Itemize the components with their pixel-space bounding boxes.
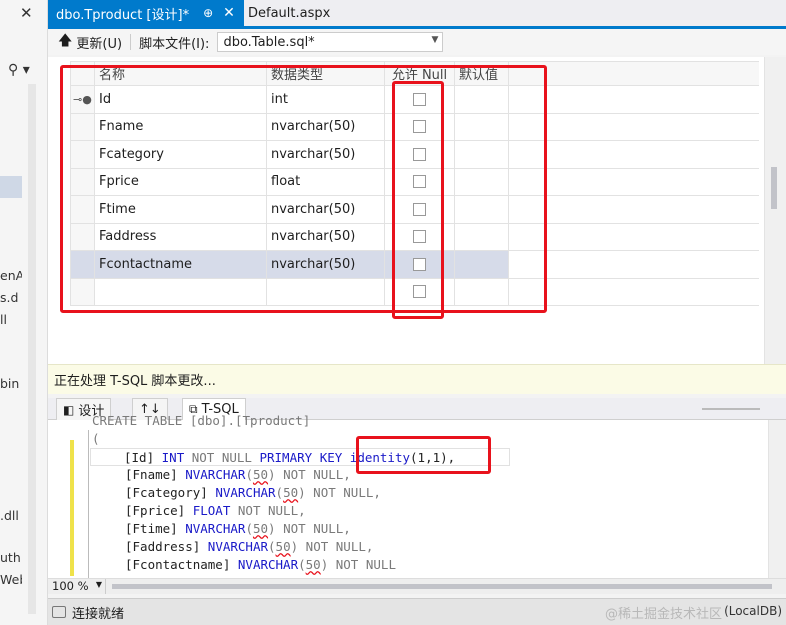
code-token: [Ftime]	[125, 521, 186, 536]
status-bar: 连接就绪 @稀土掘金技术社区 (LocalDB)	[48, 598, 786, 625]
left-fragment: Web	[0, 572, 22, 587]
code-keyword: NVARCHAR	[207, 539, 269, 554]
horizontal-scrollbar-thumb[interactable]	[112, 584, 772, 589]
connection-icon	[52, 606, 66, 618]
code-token: NOT NULL	[184, 450, 260, 465]
script-file-label: 脚本文件(I):	[139, 36, 210, 52]
left-fragment: s.d	[0, 290, 19, 305]
code-token: [Fcontactname]	[125, 557, 238, 572]
update-arrow-icon: 🡅	[58, 33, 73, 49]
grid-vertical-scrollbar[interactable]	[764, 57, 786, 364]
code-keyword: NVARCHAR	[185, 467, 246, 482]
code-line: [Fname] NVARCHAR(50) NOT NULL,	[125, 466, 351, 484]
code-token: 50	[252, 467, 269, 482]
code-line: [Fprice] FLOAT NOT NULL,	[125, 502, 306, 520]
code-token: NOT NULL,	[230, 503, 306, 518]
pane-splitter-handle[interactable]	[702, 408, 760, 410]
code-keyword: FLOAT	[192, 503, 231, 518]
left-fragment: .dll	[0, 508, 19, 523]
connection-status: 连接就绪	[72, 606, 125, 622]
close-icon[interactable]: ✕	[20, 4, 33, 22]
zoom-value: 100 %	[52, 579, 89, 593]
code-token: (	[275, 485, 284, 500]
editor-zoom-bar: 100 % ▼	[48, 578, 786, 594]
code-token: [Fprice]	[125, 503, 193, 518]
annotation-box-columns	[60, 65, 547, 313]
left-selected-item[interactable]	[0, 176, 22, 198]
processing-status: 正在处理 T-SQL 脚本更改...	[48, 364, 786, 394]
script-file-dropdown[interactable]: dbo.Table.sql* ▼	[217, 32, 444, 52]
code-token: 50	[275, 539, 291, 554]
code-keyword: NVARCHAR	[237, 557, 299, 572]
column-grid-area: 名称 数据类型 允许 Null 默认值 ⊸● Id int Fname nvar…	[48, 57, 786, 364]
server-name: (LocalDB)	[724, 604, 782, 618]
code-token: [Id]	[124, 450, 162, 465]
watermark-text: @稀土掘金技术社区	[604, 607, 722, 622]
search-icon[interactable]: ⚲ ▾	[8, 62, 30, 78]
code-token: )	[268, 521, 276, 536]
close-icon[interactable]: ✕	[223, 5, 235, 21]
code-token: (	[298, 557, 306, 572]
scrollbar-thumb[interactable]	[771, 167, 777, 209]
change-marker	[70, 440, 74, 576]
tab-label: dbo.Tproduct [设计]*	[56, 7, 190, 23]
code-token: NOT NULL,	[305, 485, 381, 500]
zoom-dropdown[interactable]: 100 % ▼	[50, 579, 106, 594]
code-token: NOT NULL,	[298, 539, 374, 554]
code-line-create: CREATE TABLE [dbo].[Tproduct]	[92, 413, 311, 428]
pin-icon[interactable]: ⊕	[203, 6, 213, 20]
left-fragment: enA	[0, 268, 22, 283]
update-button[interactable]: 🡅 更新(U)	[58, 30, 122, 54]
tsql-editor[interactable]: CREATE TABLE [dbo].[Tproduct] ( [Id] INT…	[48, 413, 786, 580]
code-line: [Fcategory] NVARCHAR(50) NOT NULL,	[125, 484, 381, 502]
design-icon: ◧	[63, 402, 75, 417]
tab-label: Default.aspx	[248, 5, 331, 21]
code-line: [Ftime] NVARCHAR(50) NOT NULL,	[125, 520, 351, 538]
code-token: 50	[305, 557, 321, 572]
code-keyword: NVARCHAR	[185, 521, 246, 536]
code-token: )	[298, 485, 306, 500]
update-label: 更新(U)	[76, 36, 123, 52]
left-fragment: uth	[0, 550, 21, 565]
toolbar-separator	[130, 34, 132, 50]
code-keyword: INT	[161, 450, 185, 465]
script-file-value: dbo.Table.sql*	[223, 34, 315, 50]
code-line-paren: (	[92, 431, 100, 446]
code-line: [Faddress] NVARCHAR(50) NOT NULL,	[125, 538, 373, 556]
code-token: [Fcategory]	[125, 485, 216, 500]
tab-dbo-tproduct[interactable]: dbo.Tproduct [设计]* ⊕ ✕	[48, 0, 244, 26]
code-token: 50	[252, 521, 269, 536]
code-token: 50	[283, 485, 299, 500]
code-token: (	[245, 521, 253, 536]
annotation-box-identity	[356, 436, 491, 474]
document-tab-bar: dbo.Tproduct [设计]* ⊕ ✕ Default.aspx	[48, 0, 786, 26]
code-token: )	[290, 539, 299, 554]
processing-status-text: 正在处理 T-SQL 脚本更改...	[54, 374, 216, 389]
left-fragment: ll	[0, 312, 7, 327]
annotation-box-allow-null	[392, 81, 444, 319]
code-token: [Fname]	[125, 467, 186, 482]
code-keyword: PRIMARY KEY	[259, 450, 343, 465]
tab-default-aspx[interactable]: Default.aspx	[248, 0, 330, 26]
editor-vertical-scrollbar[interactable]	[768, 420, 786, 578]
code-token: )	[268, 467, 276, 482]
solution-explorer-strip: ✕ ⚲ ▾ enA s.d ll bin .dll uth Web	[0, 0, 48, 625]
chevron-down-icon: ▼	[95, 580, 102, 589]
code-token: (	[268, 539, 276, 554]
code-token: (	[245, 467, 253, 482]
code-token: NOT NULL,	[275, 467, 351, 482]
code-token: NOT NULL	[328, 557, 396, 572]
outline-collapse-line	[88, 430, 89, 580]
chevron-down-icon: ▼	[431, 35, 439, 45]
left-fragment: bin	[0, 376, 20, 391]
code-keyword: NVARCHAR	[215, 485, 276, 500]
code-token: [Faddress]	[125, 539, 208, 554]
left-scrollbar[interactable]	[28, 84, 36, 614]
designer-toolbar: 🡅 更新(U) 脚本文件(I): dbo.Table.sql* ▼	[48, 29, 786, 55]
code-line: [Fcontactname] NVARCHAR(50) NOT NULL	[125, 556, 396, 574]
code-token: NOT NULL,	[275, 521, 351, 536]
